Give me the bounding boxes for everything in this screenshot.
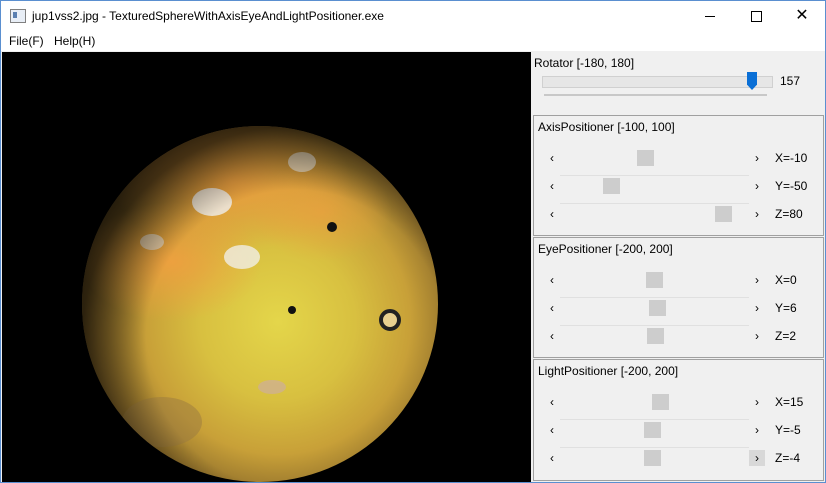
scroll-left-icon[interactable]: ‹ [544,394,560,410]
rotator-title: Rotator [-180, 180] [534,56,635,70]
axis-z-thumb[interactable] [715,206,732,222]
eye-z-thumb[interactable] [647,328,664,344]
app-window: jup1vss2.jpg - TexturedSphereWithAxisEye… [0,0,826,483]
divider [560,325,749,326]
minimize-button[interactable] [687,1,733,31]
light-positioner-title: LightPositioner [-200, 200] [538,364,679,378]
scroll-right-icon[interactable]: › [749,300,765,316]
close-button[interactable]: ✕ [779,1,825,31]
eye-positioner-group: EyePositioner [-200, 200] ‹ › X=0 ‹ › Y=… [533,237,824,358]
axis-z-label: Z=80 [775,207,803,221]
menu-file[interactable]: File(F) [9,34,44,48]
scroll-left-icon[interactable]: ‹ [544,150,560,166]
axis-z-row: ‹ › Z=80 [544,203,816,222]
textured-sphere [82,126,438,482]
light-y-label: Y=-5 [775,423,801,437]
axis-positioner-title: AxisPositioner [-100, 100] [538,120,675,134]
eye-z-row: ‹ › Z=2 [544,325,816,344]
light-y-track[interactable] [560,422,749,438]
axis-x-thumb[interactable] [637,150,654,166]
scroll-right-icon[interactable]: › [749,206,765,222]
close-icon: ✕ [795,7,809,24]
axis-z-track[interactable] [560,206,749,222]
scroll-left-icon[interactable]: ‹ [544,206,560,222]
axis-y-thumb[interactable] [603,178,620,194]
eye-y-thumb[interactable] [649,300,666,316]
eye-x-label: X=0 [775,273,797,287]
scroll-right-icon[interactable]: › [749,272,765,288]
axis-x-label: X=-10 [775,151,808,165]
scroll-right-icon[interactable]: › [749,422,765,438]
scroll-left-icon[interactable]: ‹ [544,300,560,316]
eye-y-row: ‹ › Y=6 [544,297,816,316]
eye-x-thumb[interactable] [646,272,663,288]
rotator-track[interactable] [542,76,773,88]
scroll-left-icon[interactable]: ‹ [544,178,560,194]
light-x-track[interactable] [560,394,749,410]
light-x-row: ‹ › X=15 [544,394,816,410]
axis-y-track[interactable] [560,178,749,194]
divider [560,419,749,420]
light-z-thumb[interactable] [644,450,661,466]
app-icon [10,9,26,23]
scroll-left-icon[interactable]: ‹ [544,450,560,466]
light-z-row: ‹ › Z=-4 [544,447,816,466]
menu-bar: File(F) Help(H) [1,31,825,51]
scroll-left-icon[interactable]: ‹ [544,328,560,344]
eye-z-label: Z=2 [775,329,797,343]
rotator-panel: Rotator [-180, 180] 157 [532,52,824,114]
eye-y-label: Y=6 [775,301,797,315]
scroll-left-icon[interactable]: ‹ [544,272,560,288]
maximize-button[interactable] [733,1,779,31]
scroll-right-icon[interactable]: › [749,450,765,466]
divider [560,297,749,298]
eye-x-track[interactable] [560,272,749,288]
scroll-right-icon[interactable]: › [749,150,765,166]
maximize-icon [751,11,762,22]
light-positioner-group: LightPositioner [-200, 200] ‹ › X=15 ‹ ›… [533,359,824,481]
light-y-thumb[interactable] [644,422,661,438]
axis-positioner-group: AxisPositioner [-100, 100] ‹ › X=-10 ‹ ›… [533,115,824,236]
eye-positioner-title: EyePositioner [-200, 200] [538,242,673,256]
divider [560,203,749,204]
scroll-left-icon[interactable]: ‹ [544,422,560,438]
divider [560,447,749,448]
window-title: jup1vss2.jpg - TexturedSphereWithAxisEye… [32,9,384,23]
rotator-ticks [544,94,767,96]
rotator-value: 157 [780,74,801,88]
scroll-right-icon[interactable]: › [749,328,765,344]
eye-x-row: ‹ › X=0 [544,272,816,288]
render-viewport[interactable] [2,52,531,482]
eye-y-track[interactable] [560,300,749,316]
light-y-row: ‹ › Y=-5 [544,419,816,438]
light-z-track[interactable] [560,450,749,466]
divider [560,175,749,176]
axis-x-row: ‹ › X=-10 [544,150,816,166]
light-x-thumb[interactable] [652,394,669,410]
light-z-label: Z=-4 [775,451,801,465]
light-x-label: X=15 [775,395,804,409]
scroll-right-icon[interactable]: › [749,394,765,410]
axis-x-track[interactable] [560,150,749,166]
eye-z-track[interactable] [560,328,749,344]
axis-y-row: ‹ › Y=-50 [544,175,816,194]
title-bar[interactable]: jup1vss2.jpg - TexturedSphereWithAxisEye… [1,1,825,31]
minimize-icon [705,16,715,17]
axis-y-label: Y=-50 [775,179,808,193]
menu-help[interactable]: Help(H) [54,34,95,48]
scroll-right-icon[interactable]: › [749,178,765,194]
